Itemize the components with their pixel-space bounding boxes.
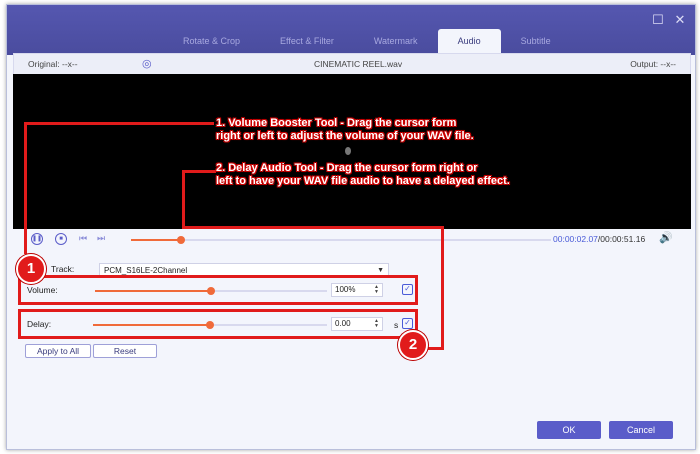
tab-audio[interactable]: Audio — [437, 29, 501, 53]
track-select-value: PCM_S16LE-2Channel — [104, 266, 188, 275]
eye-hidden-icon[interactable]: ◎ — [142, 57, 152, 70]
playback-fill — [131, 239, 181, 241]
preview-info-bar: Original: --x-- ◎ CINEMATIC REEL.wav Out… — [13, 53, 691, 75]
maximize-icon[interactable]: ☐ — [651, 13, 665, 27]
pause-icon[interactable]: ❚❚ — [31, 233, 43, 245]
step-badge-1: 1 — [16, 254, 46, 284]
callout2-connector — [182, 226, 444, 229]
skip-forward-icon[interactable]: ⏭ — [97, 233, 105, 244]
callout2-connector — [182, 170, 216, 173]
playback-thumb[interactable] — [177, 236, 185, 244]
time-display: 00:00:02.07/00:00:51.16 — [553, 234, 645, 244]
callout2-connector — [441, 226, 444, 350]
volume-highlight-box — [18, 275, 418, 305]
callout2-line1: 2. Delay Audio Tool - Drag the cursor fo… — [216, 162, 478, 174]
stop-icon[interactable]: ■ — [55, 233, 67, 245]
callout1-line1: 1. Volume Booster Tool - Drag the cursor… — [216, 117, 457, 129]
file-name: CINEMATIC REEL.wav — [314, 59, 403, 69]
tab-watermark[interactable]: Watermark — [354, 29, 438, 53]
callout1-connector — [24, 122, 27, 254]
skip-back-icon[interactable]: ⏮ — [79, 233, 87, 244]
close-icon[interactable]: ✕ — [673, 13, 687, 27]
title-bar: ☐ ✕ Rotate & Crop Effect & Filter Waterm… — [7, 5, 695, 55]
reset-button[interactable]: Reset — [93, 344, 157, 358]
callout2-connector — [182, 170, 185, 226]
callout1-line2: right or left to adjust the volume of yo… — [216, 130, 474, 142]
tab-rotate-crop[interactable]: Rotate & Crop — [163, 29, 260, 53]
current-time: 00:00:02.07 — [553, 234, 598, 244]
playback-bar: ❚❚ ■ ⏮ ⏭ 00:00:02.07/00:00:51.16 🔊 — [13, 229, 689, 251]
tab-effect-filter[interactable]: Effect & Filter — [260, 29, 354, 53]
callout1-text: 1. Volume Booster Tool - Drag the cursor… — [216, 117, 474, 143]
total-time: /00:00:51.16 — [597, 234, 646, 244]
playback-slider[interactable] — [131, 236, 551, 244]
tab-bar: Rotate & Crop Effect & Filter Watermark … — [163, 29, 571, 53]
apply-to-all-button[interactable]: Apply to All — [25, 344, 91, 358]
audio-note-icon — [345, 147, 351, 155]
step-badge-2: 2 — [398, 330, 428, 360]
callout2-line2: left to have your WAV file audio to have… — [216, 175, 510, 187]
track-label: Track: — [51, 264, 75, 274]
speaker-icon[interactable]: 🔊 — [659, 231, 673, 244]
video-preview — [13, 74, 691, 229]
original-size: Original: --x-- — [28, 59, 78, 69]
callout1-connector — [24, 122, 214, 125]
tab-subtitle[interactable]: Subtitle — [501, 29, 571, 53]
callout2-text: 2. Delay Audio Tool - Drag the cursor fo… — [216, 162, 510, 188]
delay-highlight-box — [18, 309, 418, 339]
output-size: Output: --x-- — [630, 59, 676, 69]
cancel-button[interactable]: Cancel — [609, 421, 673, 439]
ok-button[interactable]: OK — [537, 421, 601, 439]
